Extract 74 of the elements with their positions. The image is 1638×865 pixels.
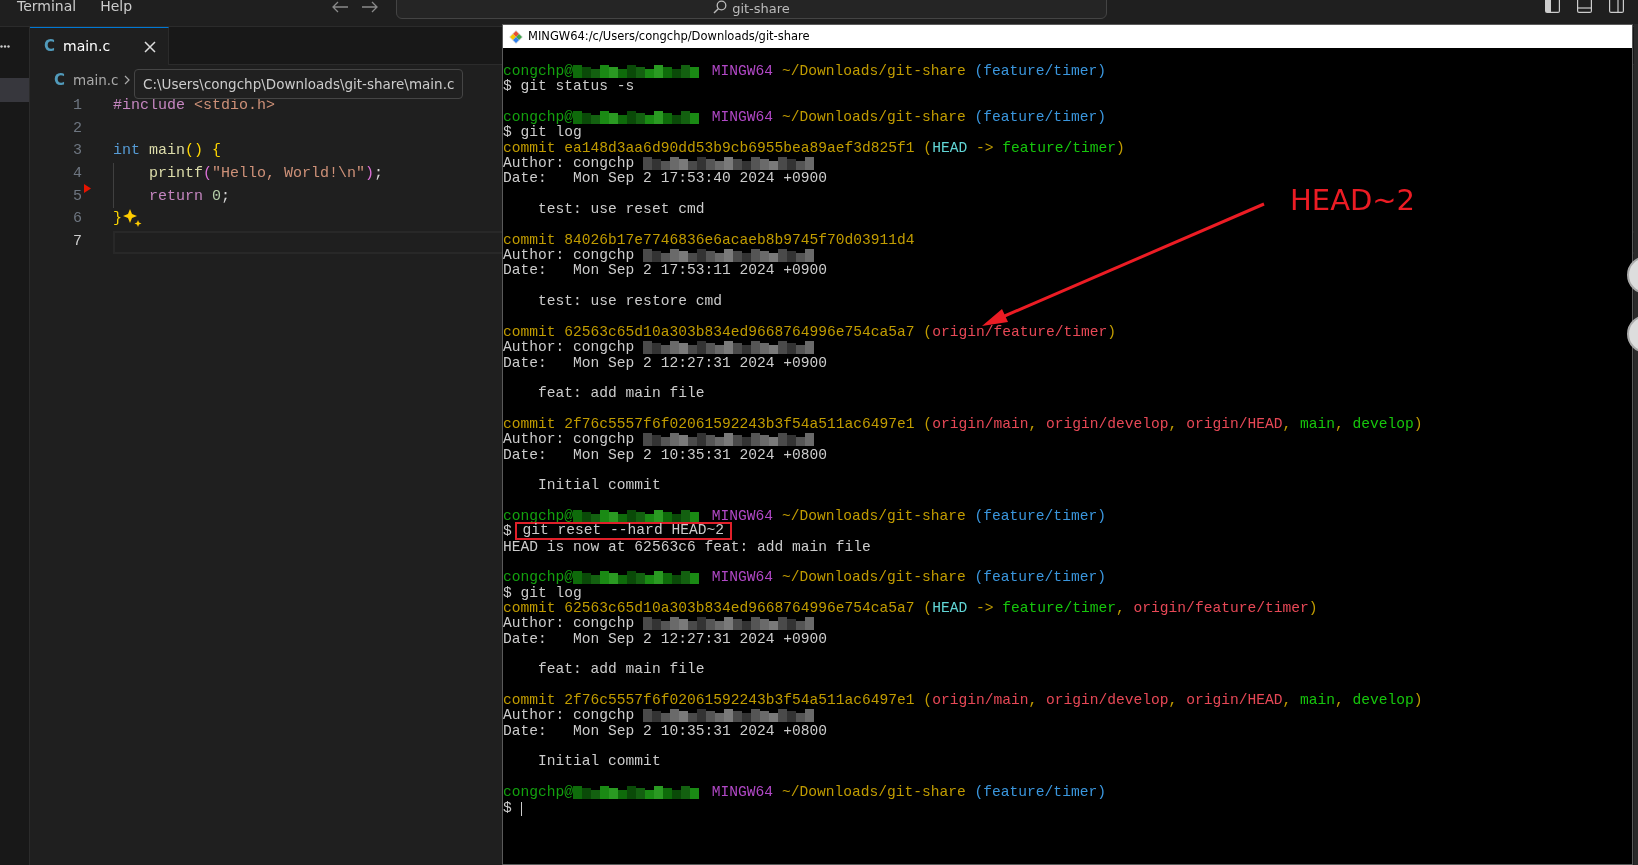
terminal-line: Date: Mon Sep 2 12:27:31 2024 +0900 [503, 355, 828, 371]
terminal-line: Author: congchp [503, 616, 636, 632]
app-icon [509, 29, 523, 44]
search-field[interactable]: git-share [396, 0, 1107, 19]
highlighted-command: git reset --hard HEAD~2 [514, 522, 732, 540]
terminal-line: Author: congchp [503, 156, 636, 172]
line-number: 6 [72, 209, 82, 230]
terminal-line: commit 62563c65d10a303b834ed9668764996e754ca5a7 (origin/feature/timer) [503, 324, 1117, 340]
editor-tab[interactable]: C main.c [30, 27, 169, 65]
terminal-line: MINGW64 ~/Downloads/git-share (feature/timer) [710, 508, 1106, 524]
terminal-line: $ git log [503, 125, 582, 141]
terminal-line: commit 2f76c5557f6f02061592243b3f54a511ac6497e1 (origin/main, origin/develop, origin/HEAD, main, develop) [503, 416, 1423, 432]
terminal-line: MINGW64 ~/Downloads/git-share (feature/timer) [710, 64, 1106, 80]
terminal-line: commit 2f76c5557f6f02061592243b3f54a511ac6497e1 (origin/main, origin/develop, origin/HEAD, main, develop) [503, 693, 1423, 709]
annotation-label: HEAD~2 [1290, 186, 1416, 215]
terminal-line: congchp@ [503, 785, 574, 801]
terminal-line: Date: Mon Sep 2 10:35:31 2024 +0800 [503, 447, 828, 463]
layout-icon[interactable] [1577, 0, 1592, 13]
terminal-line: MINGW64 ~/Downloads/git-share (feature/timer) [710, 785, 1106, 801]
terminal-line: MINGW64 ~/Downloads/git-share (feature/timer) [710, 110, 1106, 126]
terminal-line: $ [503, 524, 512, 540]
terminal-line: Author: congchp [503, 340, 636, 356]
terminal-line: Date: Mon Sep 2 17:53:40 2024 +0900 [503, 171, 828, 187]
terminal-line: Date: Mon Sep 2 12:27:31 2024 +0900 [503, 631, 828, 648]
terminal-line: MINGW64 ~/Downloads/git-share (feature/timer) [710, 570, 1106, 586]
terminal-line: congchp@ [503, 64, 574, 79]
line-number: 3 [72, 141, 82, 162]
window-title: MINGW64:/c/Users/congchp/Downloads/git-share [528, 27, 810, 45]
code-line: } [113, 209, 122, 230]
back-arrow-icon[interactable] [331, 0, 349, 14]
code-line: int main() { [113, 141, 222, 162]
terminal-line: Date: Mon Sep 2 10:35:31 2024 +0800 [503, 723, 828, 740]
terminal-line: feat: add main file [537, 662, 705, 678]
search-icon [713, 0, 728, 14]
terminal-line: congchp@ [503, 508, 574, 524]
c-file-icon: C [44, 35, 55, 58]
terminal-line: Author: congchp [503, 432, 636, 448]
terminal-line: congchp@ [503, 110, 574, 126]
line-number: 2 [72, 118, 82, 139]
forward-arrow-icon[interactable] [361, 0, 379, 14]
menu-item[interactable]: Terminal [5, 0, 89, 13]
sparkle-icon[interactable] [122, 207, 142, 228]
code-line: return 0; [149, 186, 231, 207]
line-number: 4 [72, 164, 82, 185]
terminal-line: HEAD is now at 62563c6 feat: add main file [503, 539, 871, 555]
terminal-line: feat: add main file [537, 386, 705, 402]
more-icon[interactable] [0, 45, 10, 48]
terminal-line: $ git log [503, 585, 582, 601]
line-number: 7 [72, 232, 82, 253]
layout-icon[interactable] [1545, 0, 1560, 13]
terminal-line: Date: Mon Sep 2 17:53:11 2024 +0900 [503, 263, 828, 279]
close-icon[interactable] [144, 40, 156, 53]
terminal-line: Author: congchp [503, 248, 636, 264]
terminal-line: $ git status -s [503, 79, 635, 95]
menu-item[interactable]: Help [88, 0, 145, 13]
chevron-icon [123, 75, 132, 85]
tooltip: C:\Users\congchp\Downloads\git-share\main.c [134, 69, 464, 100]
text-cursor [520, 801, 522, 816]
terminal-line: Initial commit [537, 478, 661, 494]
terminal-line: congchp@ [503, 570, 574, 586]
terminal-line: Initial commit [537, 754, 661, 770]
c-file-icon: C [54, 68, 65, 92]
code-line: printf("Hello, World!\n"); [149, 164, 384, 185]
line-number: 5 [72, 186, 82, 207]
terminal-line: commit ea148d3aa6d90dd53b9cb6955bea89aef3d825f1 (HEAD -> feature/timer) [503, 140, 1125, 156]
terminal-line: commit 84026b17e7746836e6acaeb8b9745f70d03911d4 [503, 232, 915, 248]
terminal-line: Author: congchp [503, 708, 636, 724]
terminal-line: test: use restore cmd [537, 294, 722, 310]
layout-icon[interactable] [1609, 0, 1624, 13]
terminal-line: commit 62563c65d10a303b834ed9668764996e754ca5a7 (HEAD -> feature/timer, origin/feature/timer) [503, 601, 1318, 617]
breadcrumb-item[interactable]: main.c [73, 69, 119, 91]
line-number: 1 [72, 96, 82, 116]
terminal-line: test: use reset cmd [537, 202, 705, 218]
terminal-line: $ [503, 800, 513, 816]
